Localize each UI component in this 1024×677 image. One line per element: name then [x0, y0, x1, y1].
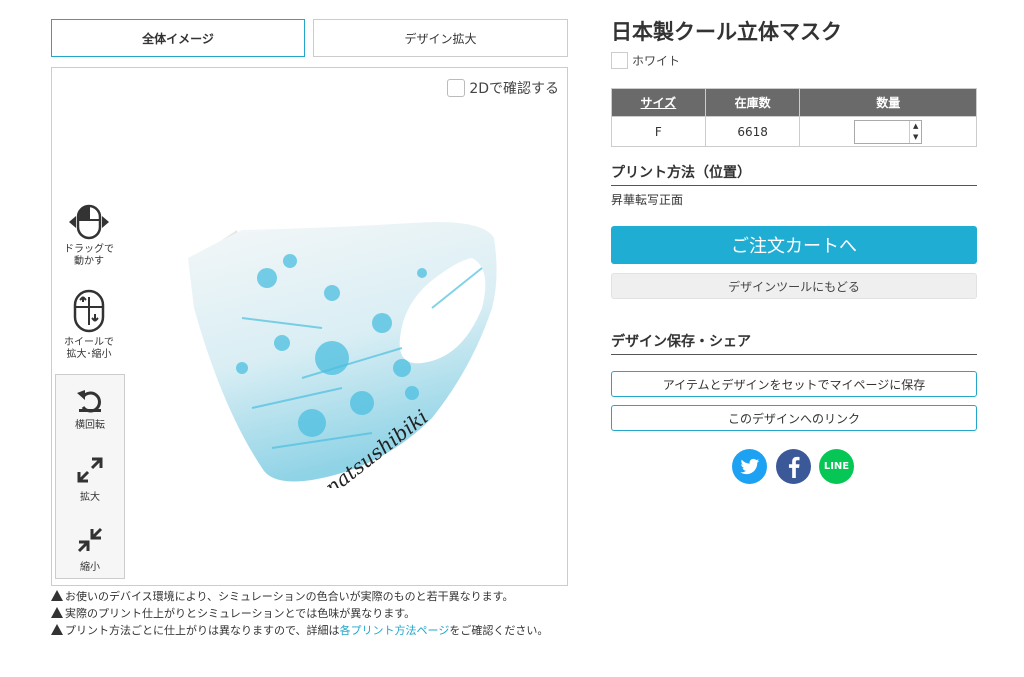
wheel-label-line2: 拡大･縮小 — [66, 349, 112, 360]
stepper-down-icon[interactable]: ▼ — [910, 132, 921, 143]
stepper-up-icon[interactable]: ▲ — [910, 121, 921, 132]
stock-table: サイズ 在庫数 数量 F 6618 ▲ ▼ — [611, 88, 977, 147]
zoom-in-icon — [77, 457, 103, 483]
note-3: プリント方法ごとに仕上がりは異なりますので、詳細は各プリント方法ページをご確認く… — [51, 624, 566, 636]
back-to-design-button[interactable]: デザインツールにもどる — [611, 273, 977, 299]
zoom-out-icon — [77, 527, 103, 553]
tab-overview[interactable]: 全体イメージ — [51, 19, 305, 57]
tab-design-zoom[interactable]: デザイン拡大 — [313, 19, 568, 57]
save-share-heading: デザイン保存・シェア — [611, 331, 977, 355]
drag-label-line1: ドラッグで — [64, 244, 114, 255]
mouse-drag-icon — [69, 204, 109, 240]
design-link-button[interactable]: このデザインへのリンク — [611, 405, 977, 431]
rotate-label: 横回転 — [75, 420, 105, 431]
line-icon: LINE — [823, 461, 850, 472]
zoom-out-button[interactable]: 縮小 — [56, 525, 124, 573]
notes: お使いのデバイス環境により、シミュレーションの色合いが実際のものと若干異なります… — [51, 590, 566, 641]
zoom-in-button[interactable]: 拡大 — [56, 455, 124, 503]
size-header-link[interactable]: サイズ — [611, 88, 706, 117]
drag-label-line2: 動かす — [74, 256, 104, 267]
3d-viewer[interactable]: 2Dで確認する ドラッグで 動かす ホイールで 拡大･縮小 横回転 拡大 縮小 … — [51, 67, 568, 586]
note-1: お使いのデバイス環境により、シミュレーションの色合いが実際のものと若干異なります… — [51, 590, 566, 602]
wheel-hint: ホイールで 拡大･縮小 — [58, 289, 120, 361]
warning-icon — [51, 607, 63, 618]
quantity-stepper[interactable]: ▲ ▼ — [854, 119, 923, 144]
print-method-value: 昇華転写正面 — [611, 193, 684, 207]
color-option[interactable]: ホワイト — [611, 52, 680, 69]
warning-icon — [51, 624, 63, 635]
stock-header: 在庫数 — [704, 88, 801, 117]
drag-hint: ドラッグで 動かす — [58, 204, 120, 268]
mouse-wheel-icon — [73, 289, 105, 333]
view-controls: 横回転 拡大 縮小 — [55, 374, 125, 579]
qty-header: 数量 — [799, 88, 977, 117]
check-2d[interactable]: 2Dで確認する — [447, 78, 559, 98]
print-method-heading: プリント方法（位置） — [611, 162, 977, 186]
print-method-link[interactable]: 各プリント方法ページ — [340, 624, 450, 637]
twitter-icon — [739, 458, 759, 474]
line-share-button[interactable]: LINE — [819, 449, 854, 484]
color-name: ホワイト — [632, 54, 681, 68]
save-to-mypage-button[interactable]: アイテムとデザインをセットでマイページに保存 — [611, 371, 977, 397]
cart-button[interactable]: ご注文カートへ — [611, 226, 977, 264]
facebook-share-button[interactable] — [776, 449, 811, 484]
color-swatch[interactable] — [611, 52, 628, 69]
rotate-icon — [77, 390, 101, 413]
wheel-label-line1: ホイールで — [64, 337, 114, 348]
check-2d-label: 2Dで確認する — [469, 81, 559, 97]
stepper-arrows: ▲ ▼ — [909, 120, 921, 143]
qty-cell: ▲ ▼ — [799, 116, 977, 147]
rotate-button[interactable]: 横回転 — [56, 387, 124, 431]
check-2d-box[interactable] — [447, 79, 466, 97]
facebook-icon — [788, 456, 799, 478]
note-2: 実際のプリント仕上がりとシミュレーションとでは色味が異なります。 — [51, 607, 566, 619]
twitter-share-button[interactable] — [732, 449, 767, 484]
stock-cell: 6618 — [704, 116, 801, 147]
zoom-out-label: 縮小 — [80, 562, 100, 573]
table-row: F 6618 ▲ ▼ — [611, 116, 977, 147]
size-cell: F — [611, 116, 706, 147]
zoom-in-label: 拡大 — [80, 492, 100, 503]
product-title: 日本製クール立体マスク — [611, 20, 842, 44]
mask-preview: natsushibiki — [188, 222, 497, 488]
warning-icon — [51, 590, 63, 601]
